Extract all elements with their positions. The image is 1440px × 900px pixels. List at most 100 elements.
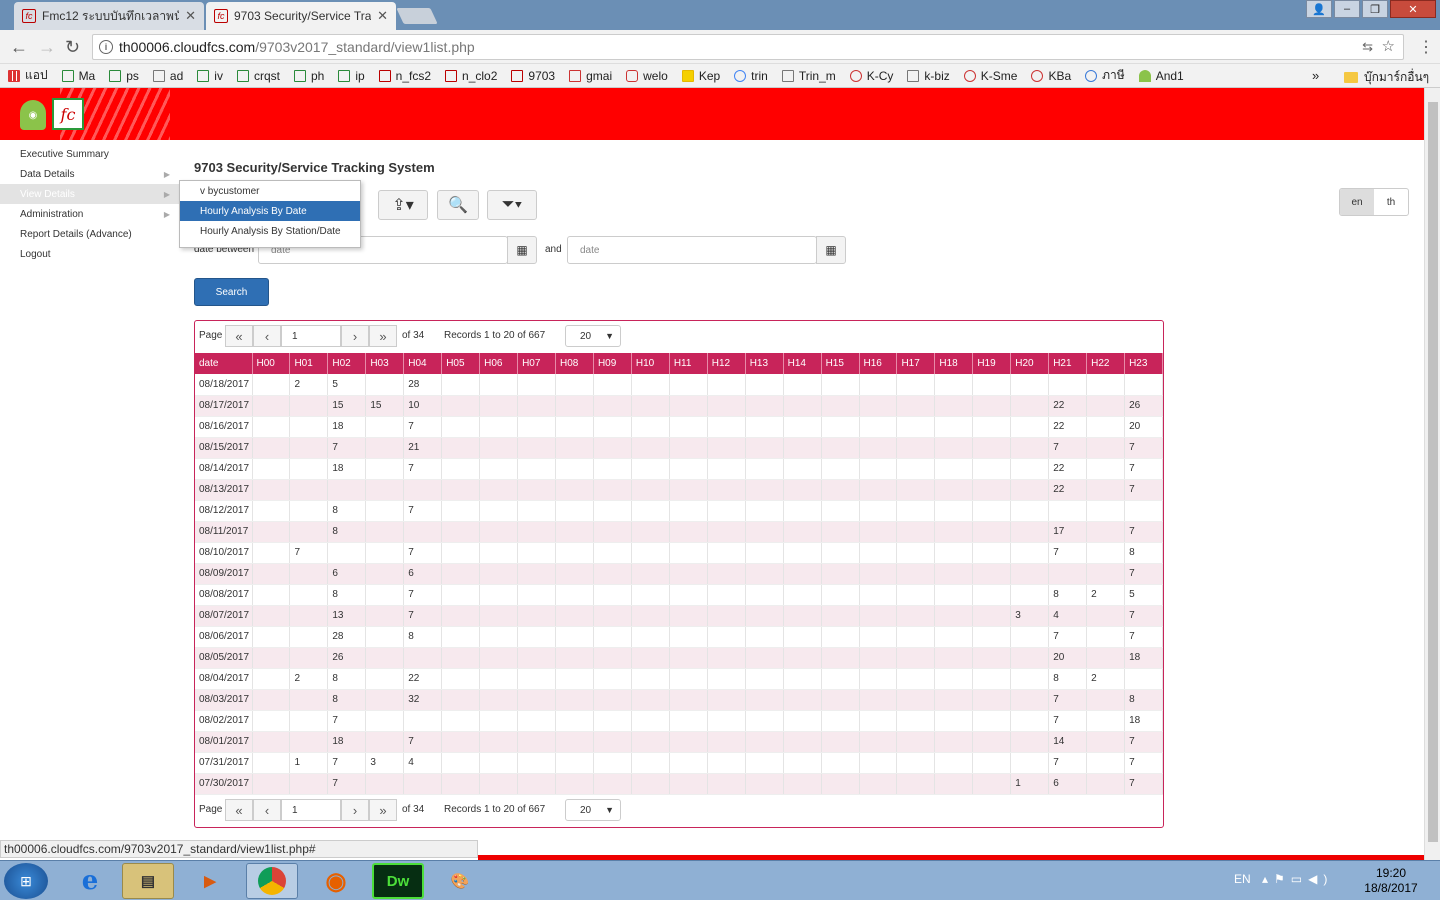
info-icon[interactable]: i xyxy=(99,40,113,54)
browser-tab-fmc12[interactable]: fc Fmc12 ระบบบันทึกเวลาพนักงาน ✕ xyxy=(14,2,204,30)
column-header-h21[interactable]: H21 xyxy=(1048,353,1088,374)
column-header-h06[interactable]: H06 xyxy=(479,353,519,374)
last-page-icon[interactable]: » xyxy=(369,325,397,347)
minimize-button[interactable]: – xyxy=(1334,0,1360,18)
submenu-item-hourly-by-station[interactable]: Hourly Analysis By Station/Date xyxy=(180,221,360,241)
prev-page-icon[interactable]: ‹ xyxy=(253,325,281,347)
bookmark[interactable]: แอป xyxy=(8,66,48,85)
column-header-h19[interactable]: H19 xyxy=(972,353,1012,374)
column-header-h08[interactable]: H08 xyxy=(555,353,594,374)
page-number-input[interactable]: 1 xyxy=(281,325,341,347)
column-header-h13[interactable]: H13 xyxy=(745,353,784,374)
column-header-h17[interactable]: H17 xyxy=(896,353,936,374)
tray-icons[interactable]: ▴⚑▭◀) xyxy=(1262,872,1333,886)
sidebar-item-report-details[interactable]: Report Details (Advance) xyxy=(0,224,180,244)
column-header-h00[interactable]: H00 xyxy=(252,353,291,374)
windows-start-icon[interactable]: ⊞ xyxy=(4,863,48,899)
language-indicator[interactable]: EN xyxy=(1234,872,1251,886)
lang-th-button[interactable]: th xyxy=(1374,189,1408,215)
bookmark[interactable]: crqst xyxy=(236,69,280,83)
bookmark[interactable]: And1 xyxy=(1138,69,1184,83)
calendar-icon[interactable]: ▦ xyxy=(507,236,537,264)
bookmark[interactable]: Ma xyxy=(61,69,95,83)
lang-en-button[interactable]: en xyxy=(1340,189,1374,215)
clock[interactable]: 19:20 18/8/2017 xyxy=(1362,866,1420,896)
other-bookmarks[interactable]: บุ๊กมาร์กอื่นๆ xyxy=(1344,68,1429,87)
column-header-h14[interactable]: H14 xyxy=(783,353,822,374)
page-size-select[interactable]: 20 ▼ xyxy=(565,325,621,347)
chrome-icon[interactable] xyxy=(246,863,298,899)
scrollbar-thumb[interactable] xyxy=(1428,102,1438,842)
bookmark[interactable]: gmai xyxy=(569,69,612,83)
browser-tab-9703[interactable]: fc 9703 Security/Service Tra ✕ xyxy=(206,2,396,30)
paint-icon[interactable]: 🎨 xyxy=(434,863,486,899)
menu-kebab-icon[interactable]: ⋮ xyxy=(1418,37,1434,57)
column-header-h11[interactable]: H11 xyxy=(669,353,708,374)
next-page-icon[interactable]: › xyxy=(341,799,369,821)
submenu-item-hourly-by-date[interactable]: Hourly Analysis By Date xyxy=(180,201,360,221)
bookmark[interactable]: K-Cy xyxy=(849,69,893,83)
forward-icon[interactable]: → xyxy=(38,37,56,58)
bookmark[interactable]: Trin_m xyxy=(781,69,836,83)
column-header-h01[interactable]: H01 xyxy=(289,353,329,374)
column-header-h23[interactable]: H23 xyxy=(1124,353,1163,374)
calendar-icon[interactable]: ▦ xyxy=(816,236,846,264)
bookmark[interactable]: 9703 xyxy=(511,69,555,83)
search-toggle-button[interactable]: 🔍 xyxy=(437,190,479,220)
search-button[interactable]: Search xyxy=(194,278,269,306)
bookmark[interactable]: ภาษี xyxy=(1085,66,1125,85)
column-header-h03[interactable]: H03 xyxy=(365,353,405,374)
sidebar-item-executive-summary[interactable]: Executive Summary xyxy=(0,144,180,164)
bookmark[interactable]: ad xyxy=(152,69,183,83)
column-header-h12[interactable]: H12 xyxy=(707,353,746,374)
bookmark[interactable]: n_fcs2 xyxy=(378,69,431,83)
sidebar-item-view-details[interactable]: View Details ▶ xyxy=(0,184,180,204)
bookmark[interactable]: K-Sme xyxy=(963,69,1017,83)
dreamweaver-icon[interactable]: Dw xyxy=(372,863,424,899)
star-icon[interactable]: ☆ xyxy=(1382,37,1395,55)
bookmark[interactable]: ip xyxy=(338,69,365,83)
column-header-h05[interactable]: H05 xyxy=(441,353,481,374)
bookmark[interactable]: ph xyxy=(293,69,324,83)
bookmarks-overflow-button[interactable]: » xyxy=(1312,68,1319,83)
user-icon[interactable]: 👤 xyxy=(1306,0,1332,18)
column-header-h18[interactable]: H18 xyxy=(934,353,974,374)
page-number-input[interactable]: 1 xyxy=(281,799,341,821)
media-player-icon[interactable]: ▶ xyxy=(184,863,236,899)
translate-icon[interactable]: ⇆ xyxy=(1362,39,1373,55)
column-header-h15[interactable]: H15 xyxy=(821,353,860,374)
column-header-h09[interactable]: H09 xyxy=(593,353,632,374)
bookmark[interactable]: k-biz xyxy=(907,69,950,83)
close-window-button[interactable]: ✕ xyxy=(1390,0,1436,18)
sidebar-item-data-details[interactable]: Data Details ▶ xyxy=(0,164,180,184)
first-page-icon[interactable]: « xyxy=(225,799,253,821)
bookmark[interactable]: ps xyxy=(109,69,139,83)
bookmark[interactable]: KBa xyxy=(1031,69,1071,83)
last-page-icon[interactable]: » xyxy=(369,799,397,821)
first-page-icon[interactable]: « xyxy=(225,325,253,347)
export-button[interactable]: ⇪▾ xyxy=(378,190,428,220)
column-header-h04[interactable]: H04 xyxy=(403,353,443,374)
column-header-h10[interactable]: H10 xyxy=(631,353,670,374)
column-header-h16[interactable]: H16 xyxy=(859,353,898,374)
column-header-date[interactable]: date xyxy=(195,353,253,374)
reload-icon[interactable]: ↻ xyxy=(65,37,80,58)
column-header-h07[interactable]: H07 xyxy=(517,353,556,374)
next-page-icon[interactable]: › xyxy=(341,325,369,347)
new-tab-button[interactable] xyxy=(396,8,438,24)
column-header-h02[interactable]: H02 xyxy=(327,353,367,374)
bookmark[interactable]: n_clo2 xyxy=(445,69,497,83)
filter-button[interactable]: ⏷▾ xyxy=(487,190,537,220)
explorer-icon[interactable]: ▤ xyxy=(122,863,174,899)
close-tab-icon[interactable]: ✕ xyxy=(377,8,388,24)
column-header-h20[interactable]: H20 xyxy=(1010,353,1050,374)
page-size-select[interactable]: 20 ▼ xyxy=(565,799,621,821)
submenu-item-bycustomer[interactable]: v bycustomer xyxy=(180,181,360,201)
bookmark[interactable]: welo xyxy=(626,69,668,83)
close-tab-icon[interactable]: ✕ xyxy=(185,8,196,24)
bookmark[interactable]: iv xyxy=(197,69,223,83)
back-icon[interactable]: ← xyxy=(10,37,28,58)
bookmark[interactable]: trin xyxy=(734,69,768,83)
address-bar[interactable]: i th00006.cloudfcs.com/9703v2017_standar… xyxy=(92,34,1404,60)
ie-icon[interactable]: e xyxy=(64,863,116,899)
